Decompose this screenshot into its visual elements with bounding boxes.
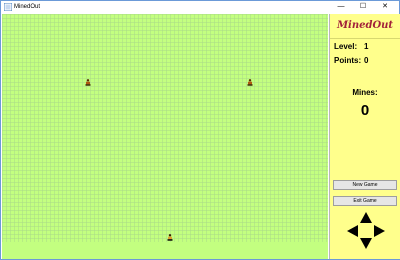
close-button[interactable]: ✕ xyxy=(375,1,395,13)
arrow-left-icon[interactable] xyxy=(347,225,358,237)
points-value: 0 xyxy=(364,56,369,65)
enemy-piece-right xyxy=(247,79,253,86)
app-icon xyxy=(4,3,12,11)
window-title: MinedOut xyxy=(14,4,41,10)
points-label: Points: xyxy=(334,56,362,65)
minimize-button[interactable]: — xyxy=(331,1,351,13)
title-bar: MinedOut — ☐ ✕ xyxy=(1,1,399,13)
level-value: 1 xyxy=(364,42,369,51)
app-window: MinedOut — ☐ ✕ MinedOut Level: 1 Points:… xyxy=(0,0,400,260)
mines-count: 0 xyxy=(360,102,370,119)
game-board[interactable] xyxy=(2,14,328,259)
maximize-button[interactable]: ☐ xyxy=(353,1,373,13)
sidebar-panel: MinedOut Level: 1 Points: 0 Mines: 0 New… xyxy=(329,14,400,259)
arrow-right-icon[interactable] xyxy=(374,225,385,237)
arrow-up-icon[interactable] xyxy=(360,212,372,223)
enemy-piece-left xyxy=(85,79,91,86)
new-game-button[interactable]: New Game xyxy=(333,180,397,190)
game-logo: MinedOut xyxy=(330,14,400,39)
direction-pad xyxy=(347,212,385,250)
exit-game-button[interactable]: Exit Game xyxy=(333,196,397,206)
level-label: Level: xyxy=(334,42,358,51)
arrow-down-icon[interactable] xyxy=(360,238,372,249)
board-bottom-strip xyxy=(2,242,328,259)
player-piece xyxy=(167,234,173,241)
mines-label: Mines: xyxy=(352,88,378,97)
